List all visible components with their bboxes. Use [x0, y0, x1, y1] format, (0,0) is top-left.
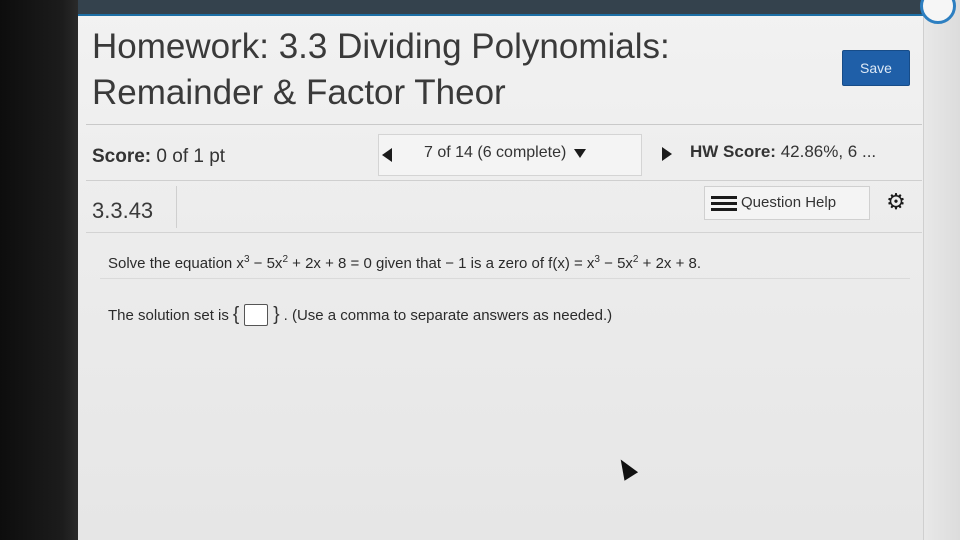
hw-score-label: HW Score:	[690, 142, 776, 161]
app-icon[interactable]	[920, 0, 956, 24]
screen-bezel	[0, 0, 78, 540]
divider	[86, 180, 922, 181]
score: Score: 0 of 1 pt	[92, 146, 225, 168]
hw-score-value: 42.86%, 6 ...	[780, 142, 877, 161]
scrollbar-area[interactable]	[920, 0, 960, 540]
top-bar	[78, 0, 938, 16]
question-number: 3.3.43	[92, 198, 154, 223]
divider	[86, 124, 922, 125]
dropdown-arrow-icon	[574, 148, 587, 158]
divider	[86, 232, 922, 233]
question-part: + 2x + 8.	[638, 255, 702, 272]
question-nav-label: 7 of 14 (6 complete)	[424, 144, 567, 161]
mouse-cursor-icon	[613, 455, 639, 481]
page-title-line2: Remainder & Factor Theor	[92, 73, 506, 112]
next-question-icon[interactable]	[662, 147, 672, 161]
question-help-label: Question Help	[741, 194, 837, 211]
question-nav-dropdown[interactable]: 7 of 14 (6 complete)	[424, 144, 587, 162]
score-label: Score:	[92, 146, 152, 167]
list-icon	[711, 196, 737, 211]
question-part: + 2x + 8 = 0 given that − 1 is a zero of…	[288, 255, 595, 272]
question-part: − 5x	[249, 255, 283, 272]
open-brace: {	[232, 304, 240, 325]
browser-screen: Homework: 3.3 Dividing Polynomials: Rema…	[78, 0, 960, 540]
score-value: 0 of 1 pt	[156, 146, 226, 167]
question-number-box: 3.3.43	[86, 186, 177, 228]
question-part: − 5x	[599, 255, 633, 272]
question-part: Solve the equation x	[108, 255, 244, 272]
save-button[interactable]: Save	[842, 50, 910, 86]
answer-row: The solution set is { } . (Use a comma t…	[108, 304, 612, 326]
divider	[100, 278, 910, 279]
hw-score: HW Score: 42.86%, 6 ...	[690, 142, 876, 162]
question-help-button[interactable]: Question Help	[704, 186, 870, 220]
page-title: Homework: 3.3 Dividing Polynomials: Rema…	[92, 24, 812, 116]
page-title-line1: Homework: 3.3 Dividing Polynomials:	[92, 27, 670, 66]
close-brace: }	[273, 304, 280, 325]
answer-hint: . (Use a comma to separate answers as ne…	[283, 306, 613, 324]
answer-prefix: The solution set is	[108, 306, 229, 324]
previous-question-icon[interactable]	[382, 148, 392, 162]
question-text: Solve the equation x3 − 5x2 + 2x + 8 = 0…	[108, 254, 701, 272]
solution-set-input[interactable]	[244, 304, 269, 326]
gear-icon[interactable]: ⚙	[884, 190, 908, 214]
score-row: Score: 0 of 1 pt 7 of 14 (6 complete) HW…	[86, 134, 922, 178]
